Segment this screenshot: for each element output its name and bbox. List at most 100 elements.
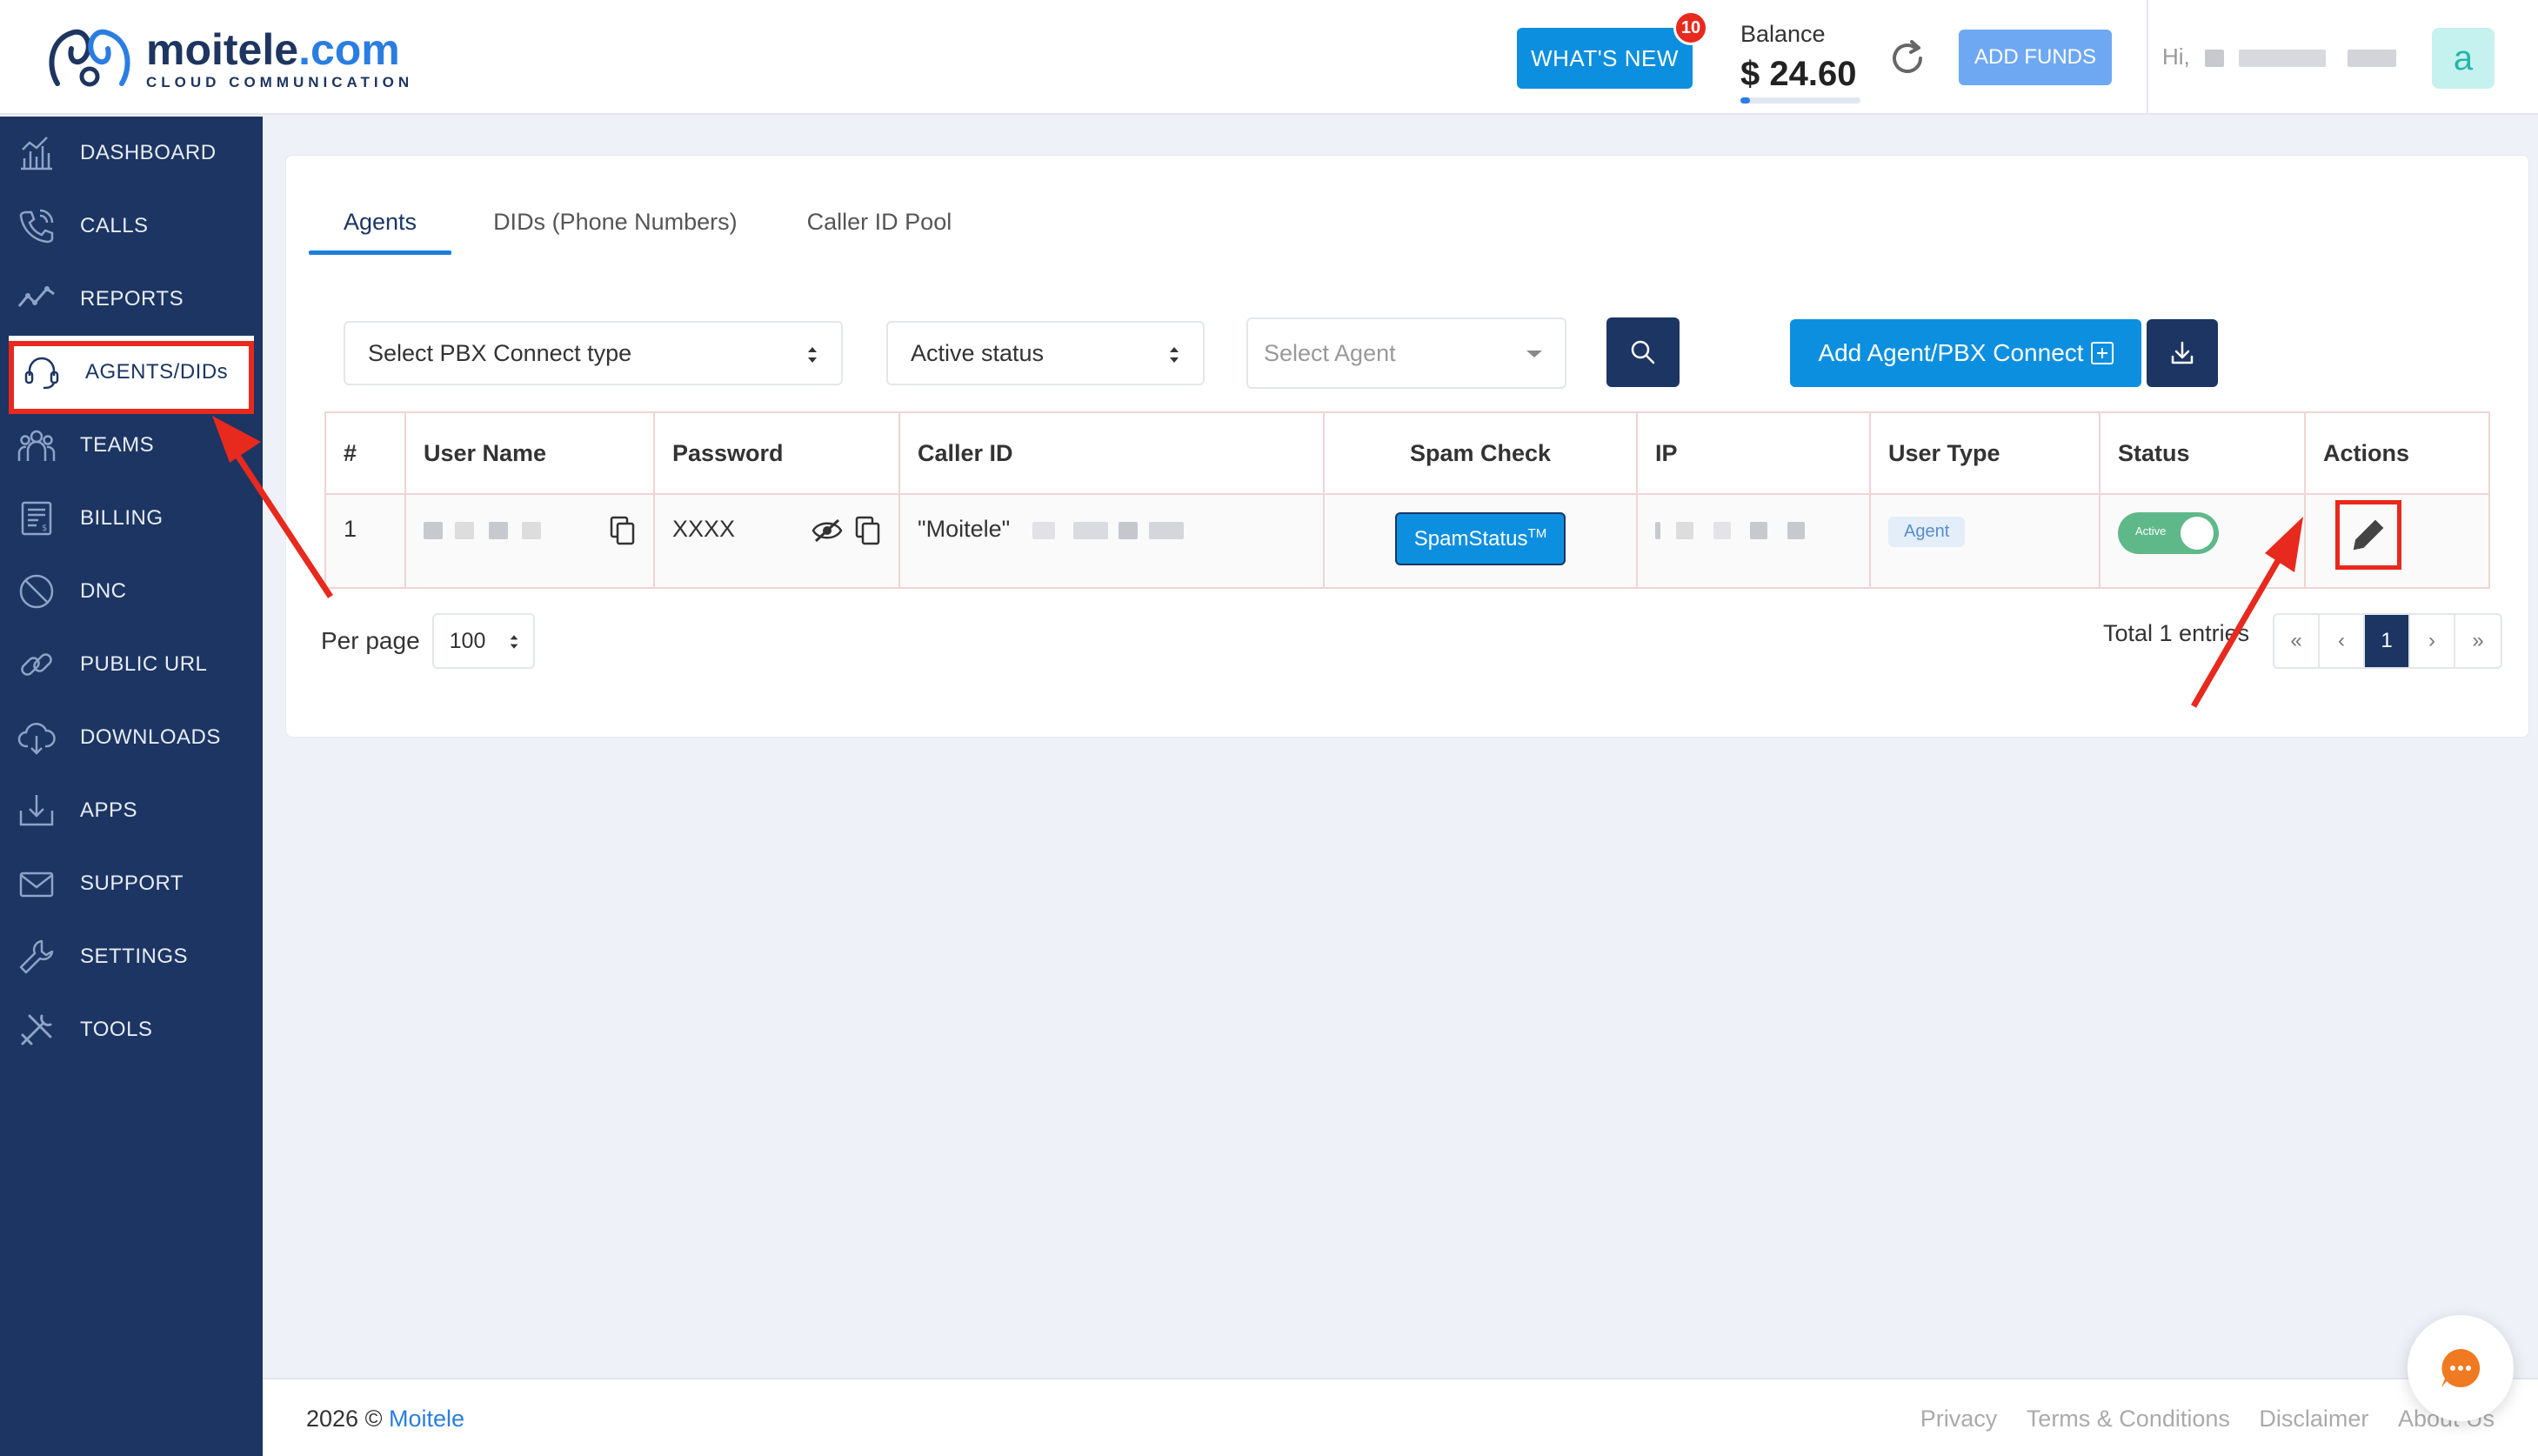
sort-arrows-icon <box>1170 347 1179 363</box>
sidebar-item-label: BILLING <box>80 506 164 530</box>
app-root: moitele.com CLOUD COMMUNICATION WHAT'S N… <box>0 0 2538 1456</box>
balance-value: $ 24.60 <box>1740 55 1857 93</box>
redacted-ip <box>1675 521 1693 539</box>
sidebar-nav: DASHBOARD CALLS REPORTS AGENTS/DIDs TEAM… <box>0 117 263 1456</box>
sidebar-item-dnc[interactable]: DNC <box>0 555 263 628</box>
sidebar-item-label: DNC <box>80 579 127 603</box>
pbx-type-select[interactable]: Select PBX Connect type <box>344 321 843 385</box>
page-prev[interactable]: ‹ <box>2320 615 2365 667</box>
sidebar-item-apps[interactable]: APPS <box>0 774 263 847</box>
balance-progress <box>1740 97 1860 104</box>
user-greeting[interactable]: Hi, <box>2162 43 2397 70</box>
footer-link-terms[interactable]: Terms & Conditions <box>2027 1406 2230 1432</box>
sidebar-item-public-url[interactable]: PUBLIC URL <box>0 628 263 701</box>
redacted-username <box>2205 50 2225 68</box>
table-row: 1 XXXX "Moitele" SpamStatusTM Agent Acti… <box>324 493 2490 589</box>
tab-dids[interactable]: DIDs (Phone Numbers) <box>458 190 772 253</box>
brand-logo[interactable]: moitele.com CLOUD COMMUNICATION <box>42 23 413 96</box>
sidebar-item-reports[interactable]: REPORTS <box>0 263 263 336</box>
brand-tagline: CLOUD COMMUNICATION <box>146 74 414 90</box>
row-spam-check: SpamStatusTM <box>1323 493 1638 589</box>
search-button[interactable] <box>1606 317 1680 387</box>
sidebar-item-teams[interactable]: TEAMS <box>0 409 263 482</box>
status-toggle[interactable]: Active <box>2118 512 2219 554</box>
chat-widget-button[interactable] <box>2408 1315 2514 1421</box>
header-divider <box>2147 0 2148 115</box>
redacted-ip <box>1787 521 1806 539</box>
agents-card: Agents DIDs (Phone Numbers) Caller ID Po… <box>285 155 2529 738</box>
total-entries: Total 1 entries <box>2103 620 2250 646</box>
tools-icon <box>21 1014 52 1045</box>
chevron-down-icon <box>1526 351 1542 357</box>
balance-progress-fill <box>1740 97 1751 104</box>
redacted-ip <box>1655 521 1660 539</box>
balance-label: Balance <box>1740 21 1826 47</box>
redacted-username <box>521 521 541 539</box>
sidebar-item-label: DASHBOARD <box>80 141 217 164</box>
redacted-number <box>1118 521 1138 539</box>
agent-select[interactable]: Select Agent <box>1246 317 1566 389</box>
sidebar-item-downloads[interactable]: DOWNLOADS <box>0 701 263 774</box>
status-select[interactable]: Active status <box>886 321 1205 385</box>
page-current[interactable]: 1 <box>2365 615 2410 667</box>
wrench-icon <box>19 939 54 974</box>
dnc-icon <box>19 574 54 609</box>
per-page-select[interactable]: 100 <box>431 613 535 669</box>
sidebar-item-support[interactable]: SUPPORT <box>0 847 263 920</box>
copy-icon[interactable] <box>855 516 881 545</box>
sidebar-item-billing[interactable]: $ BILLING <box>0 482 263 555</box>
footer-link-disclaimer[interactable]: Disclaimer <box>2259 1406 2368 1432</box>
sidebar-item-tools[interactable]: TOOLS <box>0 993 263 1066</box>
copyright: 2026 © Moitele <box>306 1406 465 1432</box>
row-user-type: Agent <box>1869 493 2101 589</box>
footer-link-privacy[interactable]: Privacy <box>1920 1406 1998 1432</box>
sidebar-item-calls[interactable]: CALLS <box>0 190 263 263</box>
col-user-type: User Type <box>1869 411 2101 495</box>
link-icon <box>21 653 52 676</box>
sort-arrows-icon <box>808 347 817 363</box>
redacted-username <box>424 521 443 539</box>
copy-icon[interactable] <box>610 516 636 545</box>
refresh-icon[interactable] <box>1887 38 1927 78</box>
row-actions <box>2304 493 2490 589</box>
eye-off-icon[interactable] <box>811 518 843 544</box>
billing-icon: $ <box>21 501 52 536</box>
redacted-ip <box>1713 521 1732 539</box>
toggle-knob <box>2181 517 2214 550</box>
user-avatar[interactable]: a <box>2432 28 2495 89</box>
whats-new-button[interactable]: WHAT'S NEW <box>1517 28 1693 89</box>
page-first[interactable]: « <box>2274 615 2320 667</box>
user-type-badge: Agent <box>1888 517 1966 547</box>
table-header-row: # User Name Password Caller ID Spam Chec… <box>324 411 2490 495</box>
redacted-username <box>2348 50 2397 68</box>
pagination: « ‹ 1 › » <box>2273 613 2502 669</box>
sidebar-item-label: DOWNLOADS <box>80 725 221 749</box>
row-number: 1 <box>324 493 406 589</box>
logo-headset-icon <box>49 29 130 87</box>
apps-icon <box>19 795 54 826</box>
brand-name: moitele.com <box>146 25 400 74</box>
top-header: moitele.com CLOUD COMMUNICATION WHAT'S N… <box>0 0 2538 115</box>
download-button[interactable] <box>2147 319 2218 387</box>
col-password: Password <box>653 411 900 495</box>
page-last[interactable]: » <box>2455 615 2501 667</box>
chat-bubble-icon <box>2441 1348 2481 1387</box>
sidebar-item-label: APPS <box>80 798 138 822</box>
sidebar-item-dashboard[interactable]: DASHBOARD <box>0 117 263 190</box>
sidebar-item-settings[interactable]: SETTINGS <box>0 920 263 993</box>
sidebar-item-label: PUBLIC URL <box>80 652 208 676</box>
page-next[interactable]: › <box>2410 615 2455 667</box>
col-status: Status <box>2099 411 2306 495</box>
sidebar-item-label: TOOLS <box>80 1018 153 1041</box>
annotation-highlight-sidebar <box>9 341 254 414</box>
tab-bar: Agents DIDs (Phone Numbers) Caller ID Po… <box>309 190 987 255</box>
tab-caller-id-pool[interactable]: Caller ID Pool <box>772 190 987 253</box>
edit-button[interactable] <box>2335 500 2401 570</box>
add-agent-button[interactable]: Add Agent/PBX Connect <box>1790 319 2141 387</box>
tab-agents[interactable]: Agents <box>309 190 452 255</box>
add-funds-button[interactable]: ADD FUNDS <box>1959 30 2112 85</box>
company-link[interactable]: Moitele <box>389 1406 464 1432</box>
spam-status-button[interactable]: SpamStatusTM <box>1394 512 1566 565</box>
dashboard-icon <box>21 137 52 170</box>
redacted-number <box>1149 521 1185 539</box>
